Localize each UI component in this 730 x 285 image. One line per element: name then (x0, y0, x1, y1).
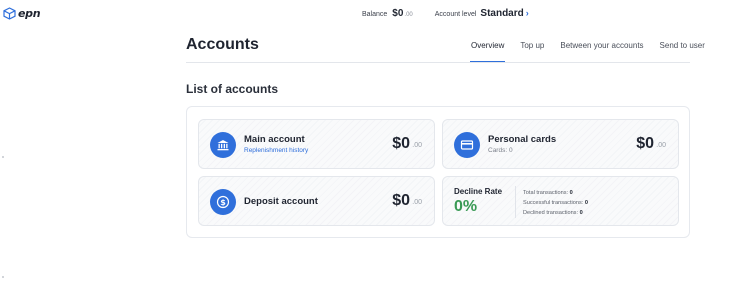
account-summary-bar: Balance $0 .00 Account level Standard › (362, 8, 529, 19)
declined-transactions-row: Declined transactions: 0 (523, 208, 588, 218)
main-account-amount: $0 (392, 135, 410, 152)
account-level-value[interactable]: Standard (480, 8, 523, 19)
successful-transactions-label: Successful transactions: (523, 200, 584, 206)
header-divider (186, 62, 690, 63)
main-account-cents: .00 (412, 142, 422, 149)
replenishment-history-link[interactable]: Replenishment history (244, 147, 308, 154)
brand-name: epn (18, 7, 41, 20)
declined-transactions-label: Declined transactions: (523, 210, 579, 216)
page-title: Accounts (186, 36, 259, 53)
chevron-right-icon[interactable]: › (526, 8, 529, 18)
tab-between-accounts[interactable]: Between your accounts (560, 41, 643, 50)
section-title: List of accounts (186, 82, 279, 96)
total-transactions-label: Total transactions: (523, 190, 569, 196)
total-transactions-row: Total transactions: 0 (523, 188, 588, 198)
dollar-coin-icon: $ (210, 189, 236, 215)
stats-divider (515, 186, 516, 218)
declined-transactions-value: 0 (579, 210, 583, 216)
credit-card-icon (454, 132, 480, 158)
personal-cards-amount: $0 (636, 135, 654, 152)
svg-text:$: $ (220, 198, 226, 207)
decline-rate-label: Decline Rate (454, 187, 503, 196)
personal-cards-title: Personal cards (488, 134, 557, 145)
decline-rate-card: Decline Rate 0% Total transactions: 0 Su… (442, 176, 679, 226)
main-account-card[interactable]: Main account Replenishment history $0 .0… (198, 119, 435, 169)
successful-transactions-row: Successful transactions: 0 (523, 198, 588, 208)
personal-cards-count: Cards: 0 (488, 147, 513, 154)
decline-rate-value: 0% (454, 198, 478, 215)
balance-amount: $0 (392, 8, 404, 19)
decorative-dot (2, 276, 4, 278)
account-level-label: Account level (434, 11, 477, 18)
tab-overview[interactable]: Overview (469, 41, 506, 63)
personal-cards-cents: .00 (656, 142, 666, 149)
successful-transactions-value: 0 (584, 200, 589, 206)
decorative-dot (2, 156, 4, 158)
deposit-account-title: Deposit account (244, 196, 318, 207)
tab-send-to-user[interactable]: Send to user (660, 41, 705, 50)
personal-cards-card[interactable]: Personal cards Cards: 0 $0 .00 (442, 119, 679, 169)
tab-top-up[interactable]: Top up (520, 41, 544, 50)
deposit-account-cents: .00 (412, 199, 422, 206)
bank-icon (210, 132, 236, 158)
balance-label: Balance (362, 11, 388, 18)
deposit-account-amount: $0 (392, 192, 410, 209)
cube-logo-icon (3, 7, 16, 20)
total-transactions-value: 0 (569, 190, 573, 196)
transaction-stats: Total transactions: 0 Successful transac… (523, 188, 588, 218)
accounts-tabs: Overview Top up Between your accounts Se… (469, 41, 705, 63)
balance-cents: .00 (404, 12, 413, 18)
brand-logo[interactable]: epn (3, 7, 41, 20)
deposit-account-card[interactable]: $ Deposit account $0 .00 (198, 176, 435, 226)
main-account-title: Main account (244, 134, 305, 145)
